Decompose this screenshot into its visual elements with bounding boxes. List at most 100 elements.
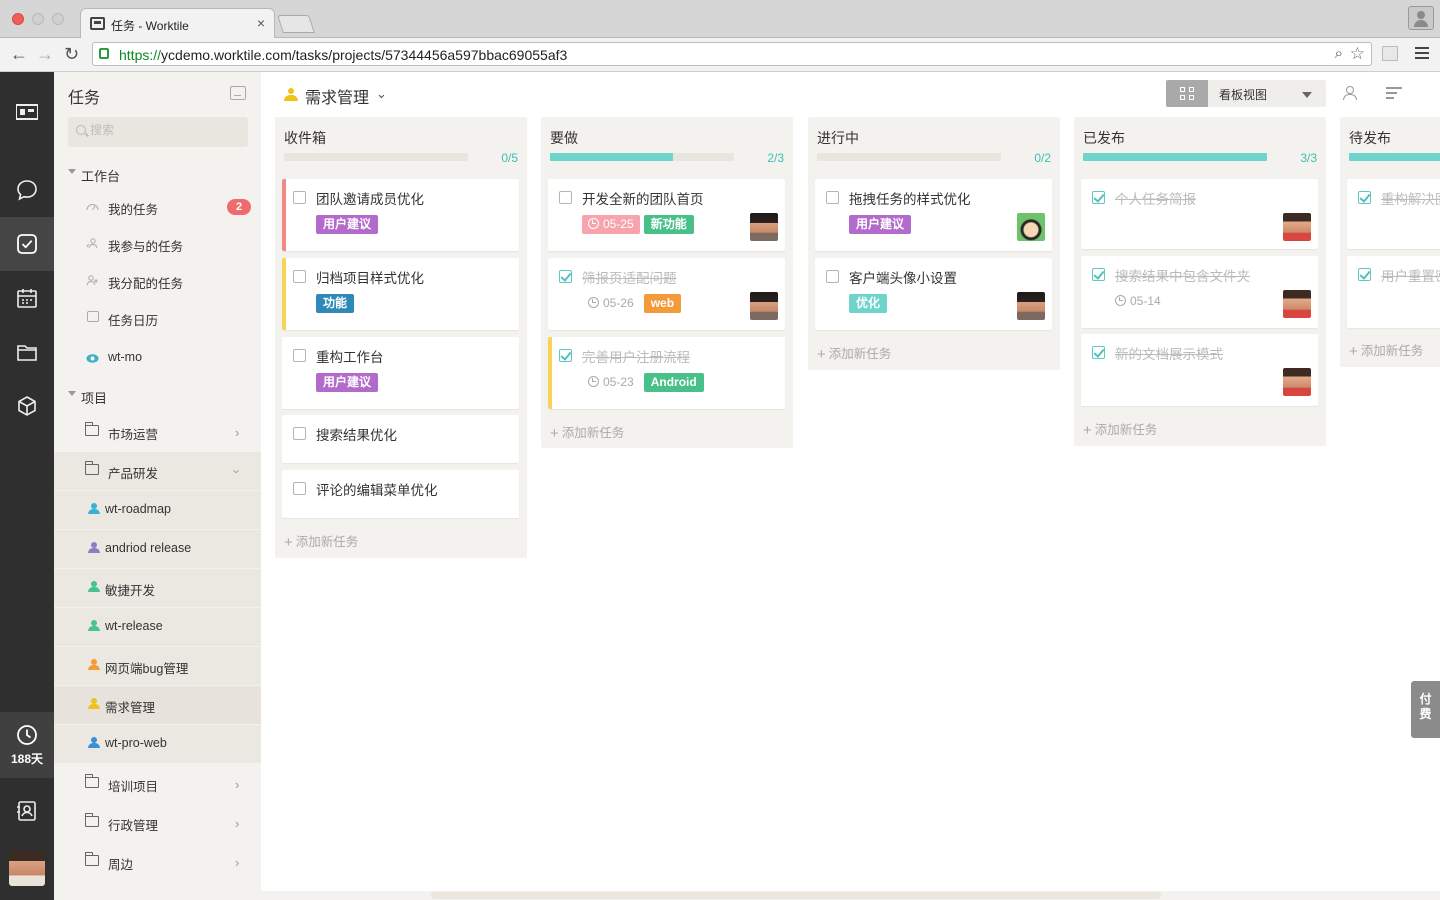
minimize-window-button[interactable] xyxy=(32,13,44,25)
task-card[interactable]: 搜索结果中包含文件夹 05-14 xyxy=(1081,256,1318,328)
task-card[interactable]: 用户重置密 xyxy=(1347,256,1440,328)
add-task-button[interactable]: + 添加新任务 xyxy=(550,422,624,442)
task-checkbox[interactable] xyxy=(293,482,306,495)
sidebar-item-assigned[interactable]: 我分配的任务 xyxy=(54,262,261,300)
sidebar-item-calendar[interactable]: 任务日历 xyxy=(54,299,261,337)
sidebar-project-andriod-release[interactable]: andriod release xyxy=(54,530,261,568)
add-task-button[interactable]: + 添加新任务 xyxy=(284,531,358,551)
task-checkbox[interactable] xyxy=(826,191,839,204)
inbox-icon[interactable] xyxy=(230,86,246,100)
filter-icon[interactable] xyxy=(1386,87,1402,99)
assignee-avatar[interactable] xyxy=(1017,213,1045,241)
task-card[interactable]: 筛报页适配问题 05-26 web xyxy=(548,258,785,330)
browser-tab[interactable]: 任务 - Worktile × xyxy=(80,8,275,38)
task-checkbox-checked[interactable] xyxy=(559,270,572,283)
grid-view-icon[interactable] xyxy=(1166,80,1208,107)
add-task-button[interactable]: + 添加新任务 xyxy=(1349,340,1423,360)
task-checkbox[interactable] xyxy=(826,270,839,283)
task-checkbox-checked[interactable] xyxy=(1092,191,1105,204)
task-checkbox[interactable] xyxy=(293,191,306,204)
sidebar-folder-marketing[interactable]: 市场运营 › xyxy=(54,413,261,451)
task-checkbox-checked[interactable] xyxy=(559,349,572,362)
add-task-button[interactable]: + 添加新任务 xyxy=(817,343,891,363)
sidebar-project-web-bug[interactable]: 网页端bug管理 xyxy=(54,647,261,685)
pay-button[interactable]: 付费 xyxy=(1411,681,1440,738)
back-icon[interactable]: ← xyxy=(10,44,28,64)
assignee-avatar[interactable] xyxy=(1283,368,1311,396)
profile-icon[interactable] xyxy=(1408,6,1434,30)
user-avatar[interactable] xyxy=(9,850,45,886)
section-projects[interactable]: 项目 xyxy=(54,384,261,408)
sidebar-item-my-tasks[interactable]: 我的任务 2 xyxy=(54,188,261,226)
new-tab-button[interactable] xyxy=(277,15,315,33)
chat-icon[interactable] xyxy=(0,163,54,217)
sidebar-project-wt-release[interactable]: wt-release xyxy=(54,608,261,646)
search-icon[interactable]: ⌕ xyxy=(1335,45,1343,62)
maximize-window-button[interactable] xyxy=(52,13,64,25)
task-card[interactable]: 完善用户注册流程 05-23 Android xyxy=(548,337,785,409)
box-icon[interactable] xyxy=(0,379,54,433)
task-checkbox-checked[interactable] xyxy=(1092,268,1105,281)
trial-timer[interactable]: 188天 xyxy=(0,712,54,778)
reload-icon[interactable]: ↻ xyxy=(64,44,79,64)
search-box[interactable] xyxy=(68,117,248,147)
task-checkbox[interactable] xyxy=(293,349,306,362)
sidebar-project-requirements[interactable]: 需求管理 xyxy=(54,686,261,724)
task-card[interactable]: 新的文档展示模式 xyxy=(1081,334,1318,406)
members-icon[interactable] xyxy=(1343,86,1357,100)
forward-icon[interactable]: → xyxy=(36,44,54,64)
task-card[interactable]: 重构工作台 用户建议 xyxy=(282,337,519,409)
sidebar-item-wt-mo[interactable]: wt-mo xyxy=(54,339,261,377)
sidebar-project-wt-pro-web[interactable]: wt-pro-web xyxy=(54,725,261,763)
calendar-icon[interactable] xyxy=(0,271,54,325)
task-checkbox[interactable] xyxy=(559,191,572,204)
task-card[interactable]: 团队邀请成员优化 用户建议 xyxy=(282,179,519,251)
task-card[interactable]: 归档项目样式优化 功能 xyxy=(282,258,519,330)
sidebar-folder-training[interactable]: 培训项目 › xyxy=(54,765,261,803)
section-workbench[interactable]: 工作台 xyxy=(54,162,261,186)
assignee-avatar[interactable] xyxy=(750,292,778,320)
contacts-icon[interactable] xyxy=(0,784,54,838)
search-input[interactable] xyxy=(90,123,240,137)
add-task-button[interactable]: + 添加新任务 xyxy=(1083,419,1157,439)
address-bar[interactable]: https://ycdemo.worktile.com/tasks/projec… xyxy=(92,42,1372,66)
assignee-avatar[interactable] xyxy=(750,213,778,241)
logo-icon[interactable] xyxy=(0,85,54,139)
address-url[interactable]: https://ycdemo.worktile.com/tasks/projec… xyxy=(119,47,567,63)
sidebar-item-label: wt-pro-web xyxy=(105,736,167,750)
tasks-icon[interactable] xyxy=(0,217,54,271)
extension-icon[interactable] xyxy=(1382,46,1398,61)
task-checkbox[interactable] xyxy=(293,427,306,440)
task-checkbox-checked[interactable] xyxy=(1358,191,1371,204)
sidebar-folder-admin[interactable]: 行政管理 › xyxy=(54,804,261,842)
sidebar-item-label: 周边 xyxy=(108,858,134,872)
task-card[interactable]: 客户端头像小设置 优化 xyxy=(815,258,1052,330)
assignee-avatar[interactable] xyxy=(1283,213,1311,241)
task-checkbox-checked[interactable] xyxy=(1092,346,1105,359)
task-card[interactable]: 拖拽任务的样式优化 用户建议 xyxy=(815,179,1052,251)
task-card[interactable]: 个人任务简报 xyxy=(1081,179,1318,249)
sidebar-project-agile[interactable]: 敏捷开发 xyxy=(54,569,261,607)
view-switcher[interactable]: 看板视图 xyxy=(1166,80,1326,107)
task-checkbox-checked[interactable] xyxy=(1358,268,1371,281)
task-card[interactable]: 评论的编辑菜单优化 xyxy=(282,470,519,518)
column-title: 已发布 xyxy=(1083,130,1125,146)
close-window-button[interactable] xyxy=(12,13,24,25)
horizontal-scrollbar[interactable] xyxy=(261,891,1440,900)
task-card[interactable]: 搜索结果优化 xyxy=(282,415,519,463)
assignee-avatar[interactable] xyxy=(1017,292,1045,320)
close-tab-icon[interactable]: × xyxy=(257,15,265,31)
sidebar-item-participating[interactable]: 我参与的任务 xyxy=(54,225,261,263)
task-checkbox[interactable] xyxy=(293,270,306,283)
browser-menu-icon[interactable] xyxy=(1415,47,1429,59)
sidebar-project-wt-roadmap[interactable]: wt-roadmap xyxy=(54,491,261,529)
sidebar-folder-peripheral[interactable]: 周边 › xyxy=(54,843,261,881)
folder-icon[interactable] xyxy=(0,325,54,379)
scrollbar-thumb[interactable] xyxy=(431,892,1161,899)
assignee-avatar[interactable] xyxy=(1283,290,1311,318)
task-card[interactable]: 重构解决图 xyxy=(1347,179,1440,249)
task-card[interactable]: 开发全新的团队首页 05-25 新功能 xyxy=(548,179,785,251)
bookmark-star-icon[interactable]: ☆ xyxy=(1350,44,1365,64)
sidebar-folder-rnd[interactable]: 产品研发 › xyxy=(54,452,261,490)
browser-toolbar: ← → ↻ https://ycdemo.worktile.com/tasks/… xyxy=(0,38,1440,72)
